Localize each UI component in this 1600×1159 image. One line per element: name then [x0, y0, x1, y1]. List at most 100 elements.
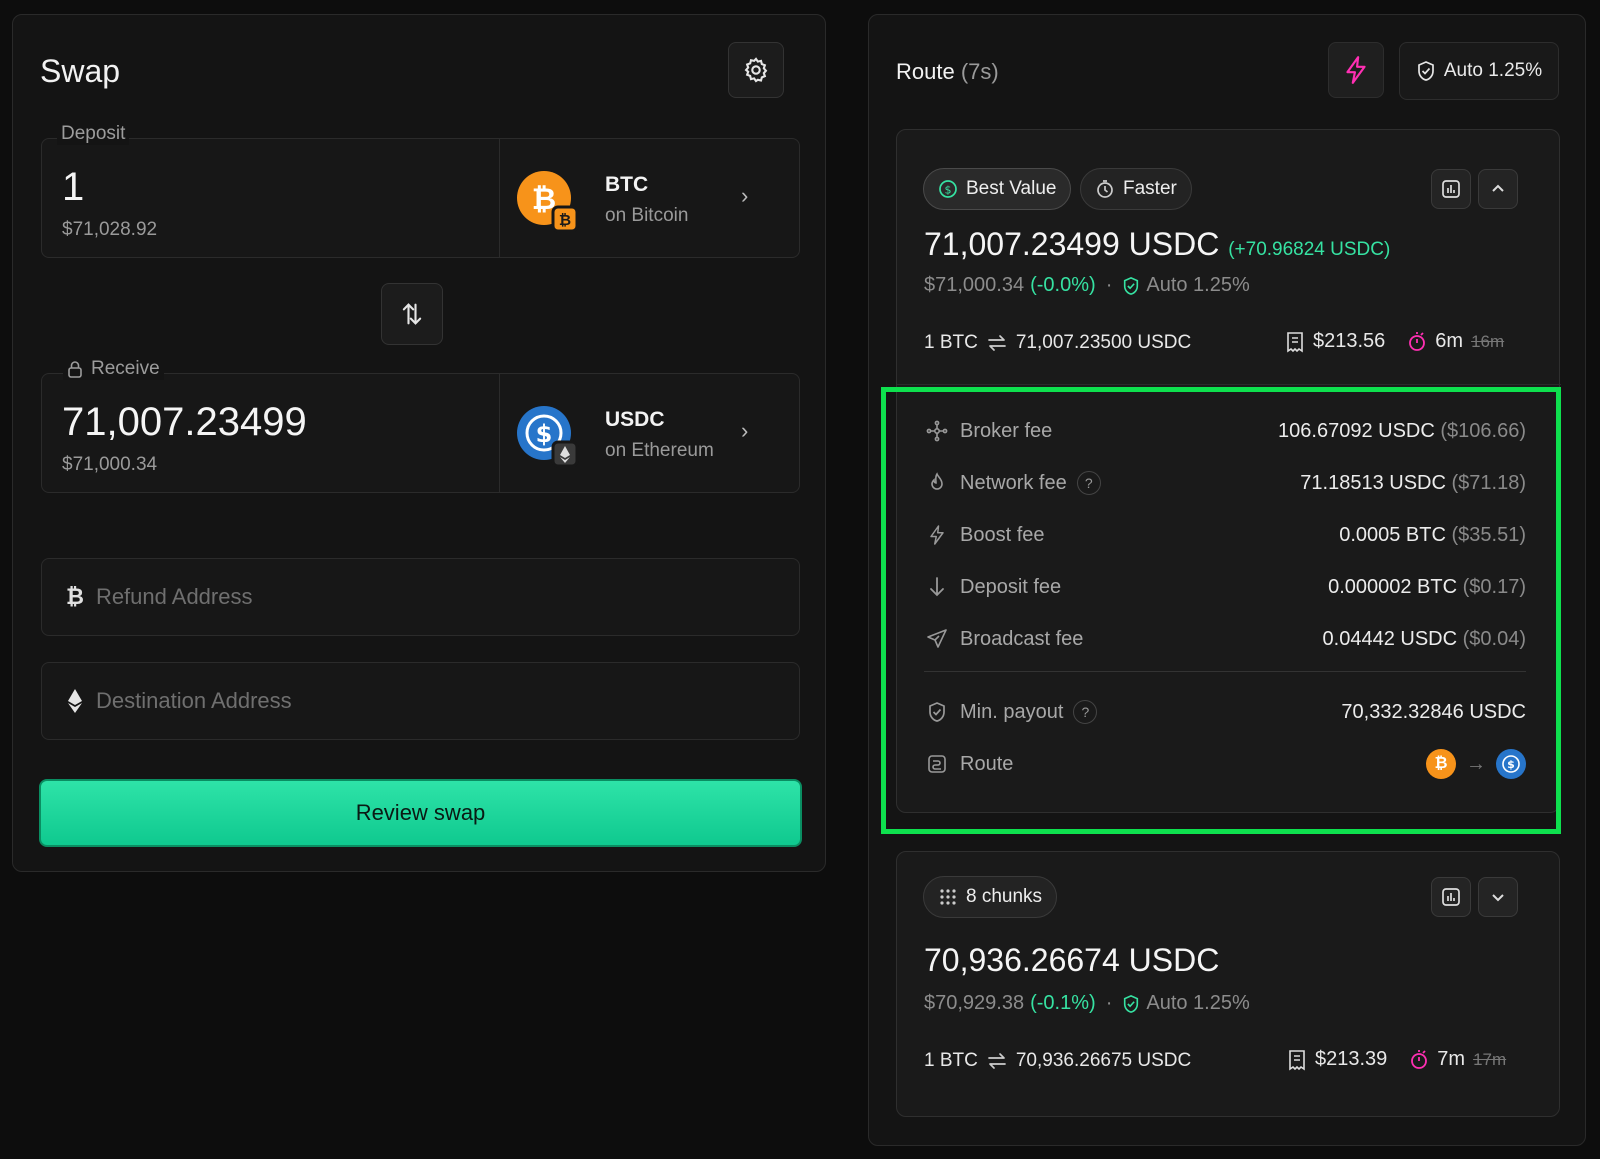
deposit-amount[interactable]: 1 — [62, 165, 84, 210]
receipt-icon — [1287, 331, 1303, 352]
arrow-down-icon — [924, 576, 950, 598]
deposit-token-selector[interactable]: ₿ ₿ BTC on Bitcoin › — [517, 169, 787, 233]
tab-best-value[interactable]: $ Best Value — [923, 168, 1072, 210]
route-time-old: 17m — [1473, 1049, 1507, 1069]
route-output-pct: (-0.1%) — [1030, 992, 1096, 1014]
chevron-right-icon: › — [741, 183, 749, 208]
fee-amount-value: 106.67092 USDC — [1278, 419, 1435, 442]
route-path-row: Route ₿ → $ — [924, 749, 1526, 779]
route-time-old: 16m — [1471, 331, 1505, 351]
route-refresh-timer: (7s) — [960, 59, 999, 84]
tab-faster-label: Faster — [1123, 178, 1177, 199]
usdc-icon: $ — [517, 406, 579, 468]
chart-button[interactable] — [1431, 169, 1471, 209]
refund-address-field[interactable]: ₿ — [41, 558, 800, 636]
receive-amount-area: 71,007.23499 $71,000.34 — [42, 374, 500, 492]
fee-amount-value: 0.000002 BTC — [1328, 575, 1458, 598]
usdc-icon: $ — [1496, 749, 1526, 779]
timer-icon — [1411, 1049, 1428, 1069]
svg-text:$: $ — [1507, 758, 1515, 771]
send-icon — [924, 628, 950, 650]
chevron-right-icon: › — [741, 418, 749, 443]
slippage-button[interactable]: Auto 1.25% — [1399, 42, 1559, 100]
destination-address-field[interactable] — [41, 662, 800, 740]
deposit-token-symbol: BTC — [605, 173, 649, 196]
divider — [924, 671, 1526, 672]
fee-amount-value: 0.0005 BTC — [1339, 523, 1446, 546]
shield-check-icon — [1124, 276, 1139, 295]
arrow-right-icon: → — [1466, 752, 1486, 775]
help-icon[interactable]: ? — [1073, 700, 1098, 724]
tab-faster[interactable]: Faster — [1080, 168, 1192, 210]
shield-check-icon — [924, 701, 950, 723]
route-output-usd: $70,929.38 — [924, 992, 1025, 1014]
ethereum-icon — [68, 689, 82, 713]
fee-row-broadcast: Broadcast fee 0.04442 USDC ($0.04) — [924, 624, 1526, 654]
chart-button[interactable] — [1431, 877, 1471, 917]
chunks-badge[interactable]: 8 chunks — [923, 876, 1058, 918]
collapse-button[interactable] — [1478, 169, 1518, 209]
expand-button[interactable] — [1478, 877, 1518, 917]
rate-from: 1 BTC — [924, 332, 978, 353]
fee-amount-usd: ($71.18) — [1451, 471, 1527, 494]
timer-icon — [1409, 331, 1426, 351]
route-card-best[interactable]: $ Best Value Faster 71,007.23499 USDC (+… — [896, 129, 1561, 814]
bolt-icon — [924, 524, 950, 546]
receive-token-symbol: USDC — [605, 408, 665, 431]
refund-address-input[interactable] — [95, 584, 736, 610]
fee-amount-usd: ($0.04) — [1462, 627, 1526, 650]
chevron-up-icon — [1492, 184, 1504, 192]
chart-icon — [1442, 180, 1460, 198]
fee-amount: 0.000002 BTC ($0.17) — [1328, 576, 1526, 599]
fee-amount-usd: ($35.51) — [1451, 523, 1527, 546]
route-meta: $213.39 7m 17m — [1287, 1048, 1506, 1071]
route-meta: $213.56 6m 16m — [1285, 330, 1504, 353]
route-panel: Route (7s) Auto 1.25% $ Best Value Faste… — [868, 14, 1586, 1146]
svg-text:₿: ₿ — [559, 211, 571, 229]
separator-dot: · — [1105, 992, 1113, 1014]
flame-icon — [924, 472, 950, 494]
receive-amount: 71,007.23499 — [62, 400, 307, 444]
deposit-token-chain: on Bitcoin — [605, 205, 689, 226]
deposit-amount-area[interactable]: 1 $71,028.92 — [42, 139, 500, 257]
fee-row-broker: Broker fee 106.67092 USDC ($106.66) — [924, 416, 1526, 446]
route-fees-total: $213.39 — [1315, 1048, 1388, 1070]
fee-amount: 0.0005 BTC ($35.51) — [1339, 524, 1526, 547]
boost-toggle-button[interactable] — [1328, 42, 1384, 98]
route-path: ₿ → $ — [1426, 749, 1526, 779]
receive-box: 71,007.23499 $71,000.34 $ USDC on Ethere… — [41, 373, 800, 493]
fee-row-boost: Boost fee 0.0005 BTC ($35.51) — [924, 520, 1526, 550]
review-swap-button[interactable]: Review swap — [39, 779, 802, 847]
deposit-usd-value: $71,028.92 — [62, 219, 158, 240]
rate-from: 1 BTC — [924, 1050, 978, 1071]
separator-dot: · — [1105, 274, 1113, 296]
route-time: 7m — [1437, 1048, 1466, 1070]
route-rate: 1 BTC 70,936.26675 USDC — [924, 1050, 1191, 1072]
destination-address-input[interactable] — [96, 688, 736, 714]
fee-label: Deposit fee — [960, 575, 1062, 598]
settings-button[interactable] — [728, 42, 784, 98]
fee-breakdown: Broker fee 106.67092 USDC ($106.66) Netw… — [897, 384, 1561, 814]
svg-text:$: $ — [536, 420, 553, 448]
broker-icon — [924, 420, 950, 442]
chart-icon — [1442, 888, 1460, 906]
deposit-box: 1 $71,028.92 ₿ ₿ BTC on Bitcoin › — [41, 138, 800, 258]
deposit-label-text: Deposit — [61, 123, 126, 144]
fee-label: Network fee — [960, 471, 1067, 494]
switch-direction-button[interactable] — [381, 283, 443, 345]
receive-token-selector[interactable]: $ USDC on Ethereum › — [517, 404, 787, 468]
receipt-icon — [1289, 1049, 1305, 1070]
fee-amount: 71.18513 USDC ($71.18) — [1300, 472, 1526, 495]
slippage-value: Auto 1.25% — [1443, 60, 1543, 81]
min-payout-row: Min. payout ? 70,332.32846 USDC — [924, 697, 1526, 727]
swap-panel: Swap 1 $71,028.92 ₿ ₿ BTC on Bitcoin › De… — [12, 14, 826, 872]
route-output: 71,007.23499 USDC (+70.96824 USDC) — [924, 226, 1390, 263]
route-title-text: Route — [896, 59, 955, 84]
exchange-arrows-icon — [988, 335, 1006, 351]
route-auto-slippage: Auto 1.25% — [1146, 992, 1250, 1014]
deposit-label: Deposit — [57, 123, 130, 145]
help-icon[interactable]: ? — [1076, 471, 1101, 495]
route-label: Route — [960, 752, 1014, 775]
route-card-chunks[interactable]: 8 chunks 70,936.26674 USDC $70,929.38 (-… — [896, 851, 1560, 1117]
route-time: 6m — [1435, 330, 1464, 352]
